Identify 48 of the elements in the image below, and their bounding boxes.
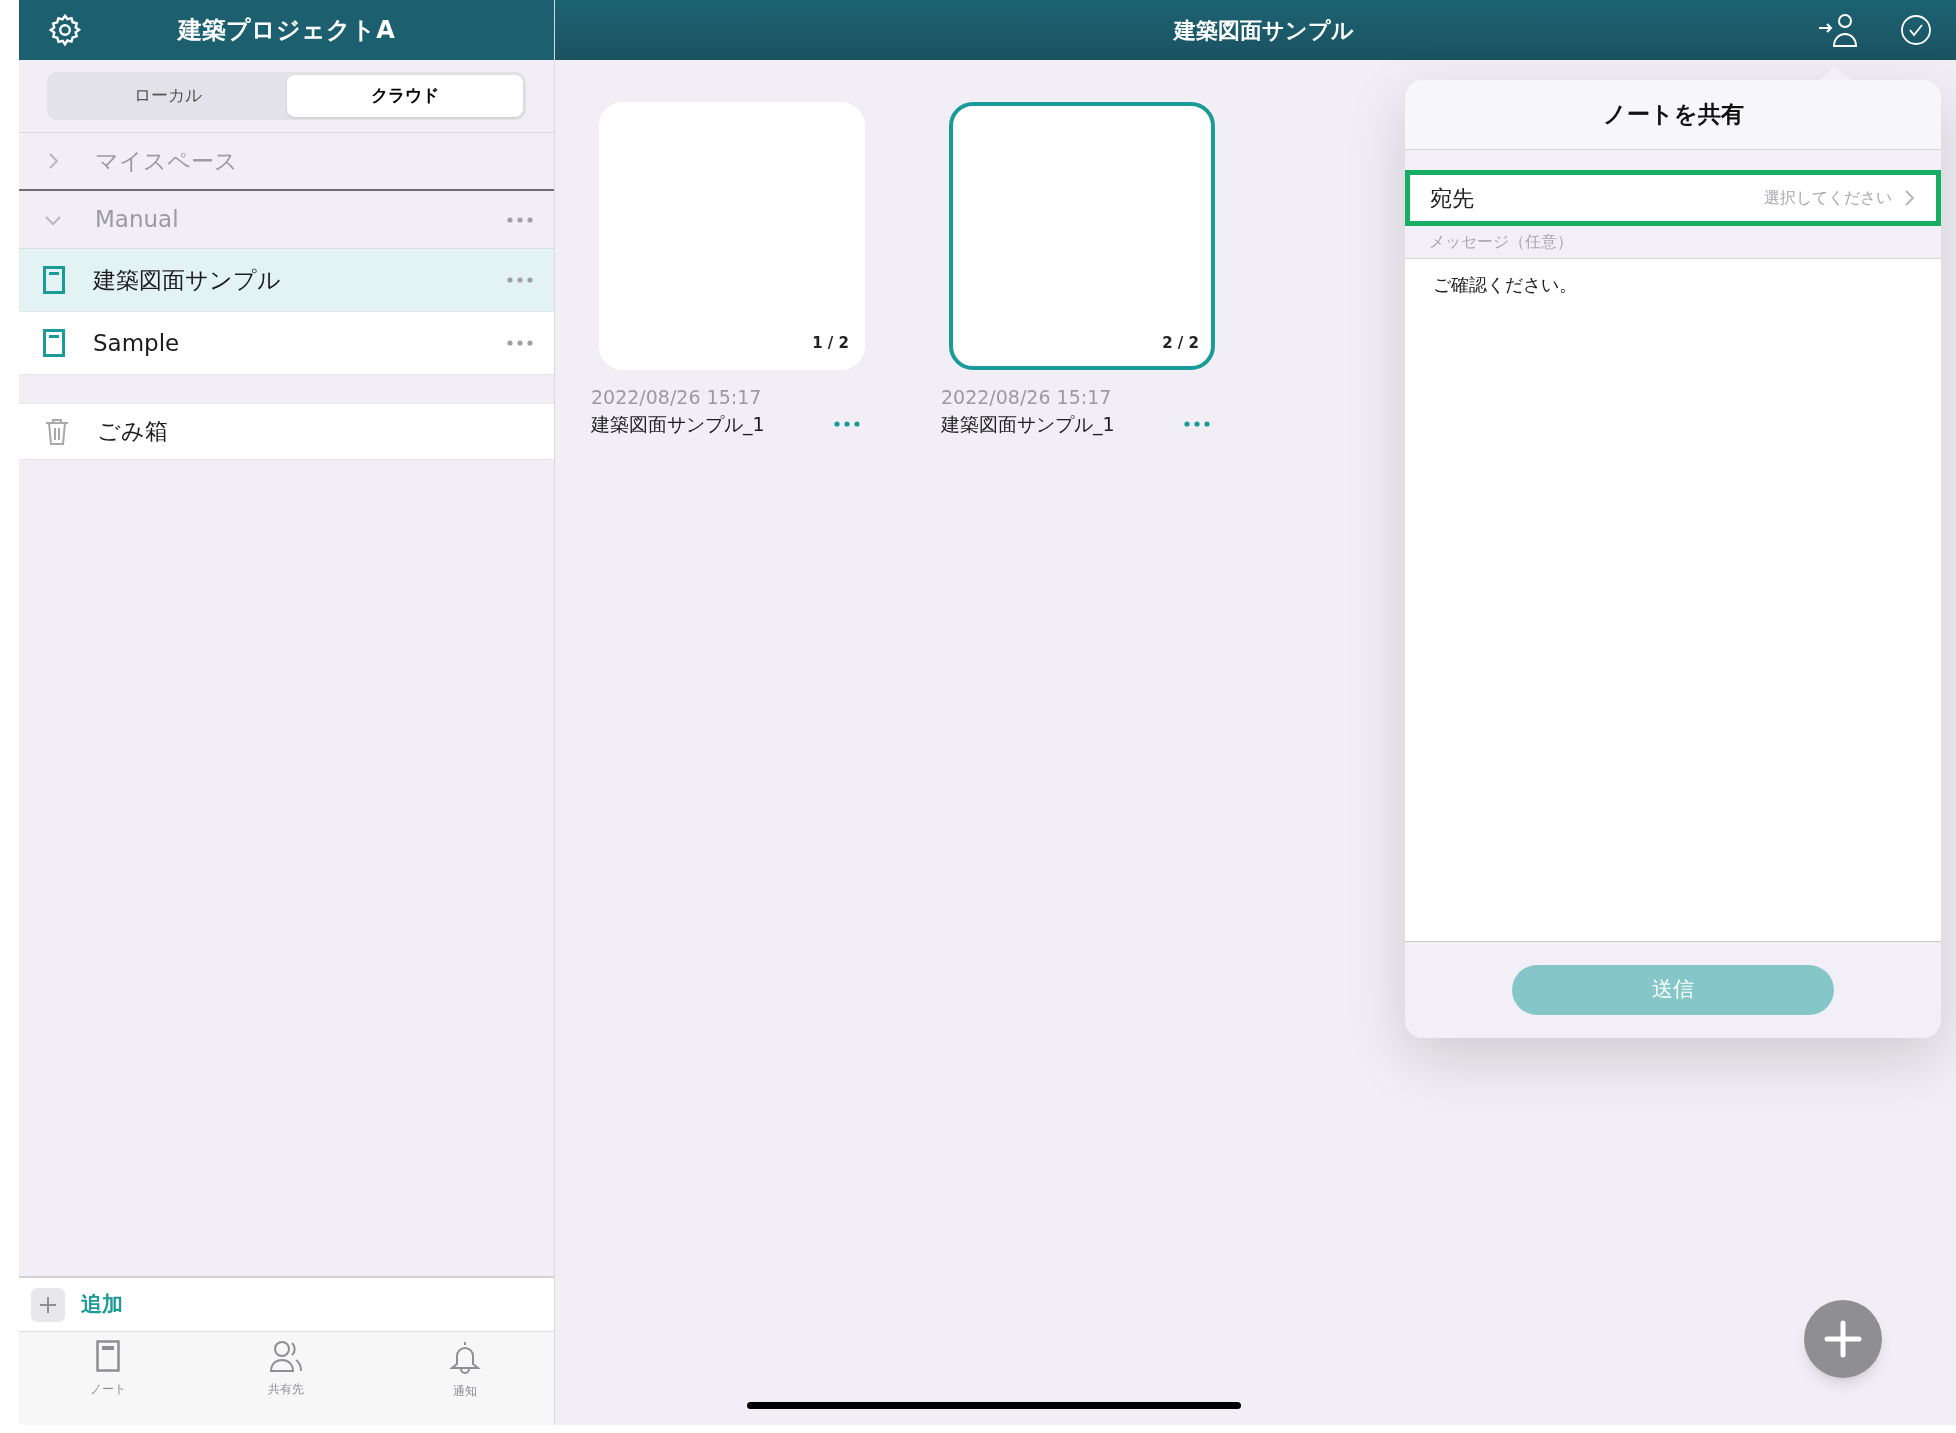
check-circle-icon[interactable] [1900, 14, 1932, 46]
recipient-placeholder: 選択してください [1764, 187, 1892, 209]
settings-icon[interactable] [47, 12, 83, 48]
people-icon [269, 1340, 304, 1372]
project-title: 建築プロジェクトA [176, 15, 396, 46]
notebook-icon [43, 266, 65, 294]
plus-icon [1824, 1320, 1862, 1358]
plus-icon [31, 1287, 65, 1322]
add-label: 追加 [81, 1290, 123, 1318]
page-date: 2022/08/26 15:17 [941, 386, 1113, 410]
page-name: 建築図面サンプル_1 [941, 411, 1115, 438]
note-name: 建築図面サンプル [93, 265, 282, 295]
more-icon[interactable] [506, 339, 534, 347]
add-fab[interactable] [1804, 1300, 1882, 1378]
message-field[interactable]: ご確認ください。 [1405, 259, 1941, 942]
notebook-icon [43, 329, 65, 357]
segment-tab[interactable]: クラウド [286, 75, 523, 117]
more-icon[interactable] [1183, 420, 1211, 428]
tab-label: 通知 [452, 1383, 477, 1400]
trash-row[interactable]: ごみ箱 [19, 403, 554, 460]
page-number: 2 / 2 [1162, 332, 1199, 354]
trash-icon [45, 417, 69, 446]
add-person-icon[interactable] [1818, 12, 1860, 48]
more-icon[interactable] [506, 215, 534, 224]
note-row[interactable]: Sample [19, 312, 554, 375]
page-name: 建築図面サンプル_1 [591, 411, 765, 438]
chevron-right-icon [1904, 189, 1916, 207]
message-text: ご確認ください。 [1433, 274, 1577, 295]
note-row[interactable]: 建築図面サンプル [19, 249, 554, 312]
page-number: 1 / 2 [812, 332, 849, 354]
recipient-label: 宛先 [1430, 184, 1475, 213]
notebook-icon [96, 1340, 121, 1372]
popover-title: ノートを共有 [1602, 100, 1744, 130]
tab-label: 共有先 [268, 1381, 305, 1398]
bell-icon [448, 1340, 481, 1374]
page-thumbnail[interactable]: 2 / 2 [949, 102, 1215, 370]
recipient-row[interactable]: 宛先 選択してください [1405, 170, 1941, 226]
note-title: 建築図面サンプル [1172, 16, 1355, 45]
note-name: Sample [93, 328, 181, 358]
folder-name: Manual [95, 205, 180, 235]
more-icon[interactable] [833, 420, 861, 428]
page-thumbnail[interactable]: 1 / 2 [599, 102, 865, 370]
trash-label: ごみ箱 [97, 417, 168, 447]
folder-name: マイスペース [95, 146, 239, 176]
segment-tab[interactable]: ローカル [50, 75, 287, 117]
more-icon[interactable] [506, 276, 534, 284]
tab-label: ノート [90, 1381, 127, 1398]
page-date: 2022/08/26 15:17 [591, 386, 763, 410]
